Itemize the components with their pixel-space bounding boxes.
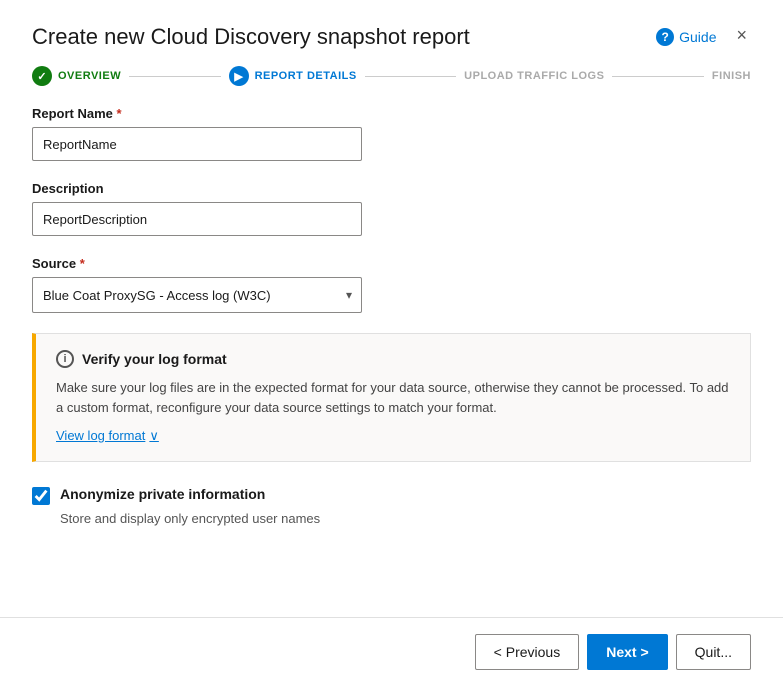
description-input[interactable] bbox=[32, 202, 362, 236]
guide-label: Guide bbox=[679, 29, 716, 45]
report-name-input[interactable] bbox=[32, 127, 362, 161]
step-finish: FINISH bbox=[712, 70, 751, 82]
source-select[interactable]: Blue Coat ProxySG - Access log (W3C) Cis… bbox=[32, 277, 362, 313]
info-circle-icon: i bbox=[56, 350, 74, 368]
view-log-link[interactable]: View log format ∨ bbox=[56, 428, 159, 444]
source-group: Source * Blue Coat ProxySG - Access log … bbox=[32, 256, 751, 313]
step-label-report-details: REPORT DETAILS bbox=[255, 70, 357, 82]
step-upload-traffic: UPLOAD TRAFFIC LOGS bbox=[464, 70, 604, 82]
anonymize-row: Anonymize private information bbox=[32, 486, 751, 505]
step-report-details: ▶ REPORT DETAILS bbox=[229, 66, 357, 86]
report-name-group: Report Name * bbox=[32, 106, 751, 161]
stepper: ✓ OVERVIEW ▶ REPORT DETAILS UPLOAD TRAFF… bbox=[0, 66, 783, 106]
step-icon-overview: ✓ bbox=[32, 66, 52, 86]
dialog-header: Create new Cloud Discovery snapshot repo… bbox=[0, 0, 783, 66]
anonymize-label[interactable]: Anonymize private information bbox=[60, 486, 265, 502]
step-label-overview: OVERVIEW bbox=[58, 70, 121, 82]
anonymize-description: Store and display only encrypted user na… bbox=[60, 511, 751, 526]
step-icon-report-details: ▶ bbox=[229, 66, 249, 86]
description-group: Description bbox=[32, 181, 751, 236]
close-button[interactable]: × bbox=[732, 26, 751, 44]
info-box-title: Verify your log format bbox=[82, 351, 227, 367]
guide-link[interactable]: ? Guide bbox=[656, 28, 716, 46]
next-button[interactable]: Next > bbox=[587, 634, 667, 670]
step-label-upload-traffic: UPLOAD TRAFFIC LOGS bbox=[464, 70, 604, 82]
step-line-2 bbox=[365, 76, 456, 77]
report-name-label: Report Name * bbox=[32, 106, 751, 121]
step-overview: ✓ OVERVIEW bbox=[32, 66, 121, 86]
source-label: Source * bbox=[32, 256, 751, 271]
required-marker: * bbox=[117, 106, 122, 121]
description-label: Description bbox=[32, 181, 751, 196]
info-box: i Verify your log format Make sure your … bbox=[32, 333, 751, 462]
source-required-marker: * bbox=[80, 256, 85, 271]
previous-button[interactable]: < Previous bbox=[475, 634, 580, 670]
quit-button[interactable]: Quit... bbox=[676, 634, 751, 670]
create-snapshot-dialog: Create new Cloud Discovery snapshot repo… bbox=[0, 0, 783, 686]
step-label-finish: FINISH bbox=[712, 70, 751, 82]
step-line-3 bbox=[612, 76, 703, 77]
view-log-chevron-icon: ∨ bbox=[149, 428, 159, 444]
step-line-1 bbox=[129, 76, 220, 77]
form-body: Report Name * Description Source * Blue … bbox=[0, 106, 783, 617]
dialog-footer: < Previous Next > Quit... bbox=[0, 617, 783, 686]
guide-icon: ? bbox=[656, 28, 674, 46]
info-box-text: Make sure your log files are in the expe… bbox=[56, 378, 730, 417]
info-box-header: i Verify your log format bbox=[56, 350, 730, 368]
source-select-wrapper: Blue Coat ProxySG - Access log (W3C) Cis… bbox=[32, 277, 362, 313]
dialog-title: Create new Cloud Discovery snapshot repo… bbox=[32, 24, 470, 50]
anonymize-checkbox[interactable] bbox=[32, 487, 50, 505]
anonymize-group: Anonymize private information Store and … bbox=[32, 486, 751, 526]
